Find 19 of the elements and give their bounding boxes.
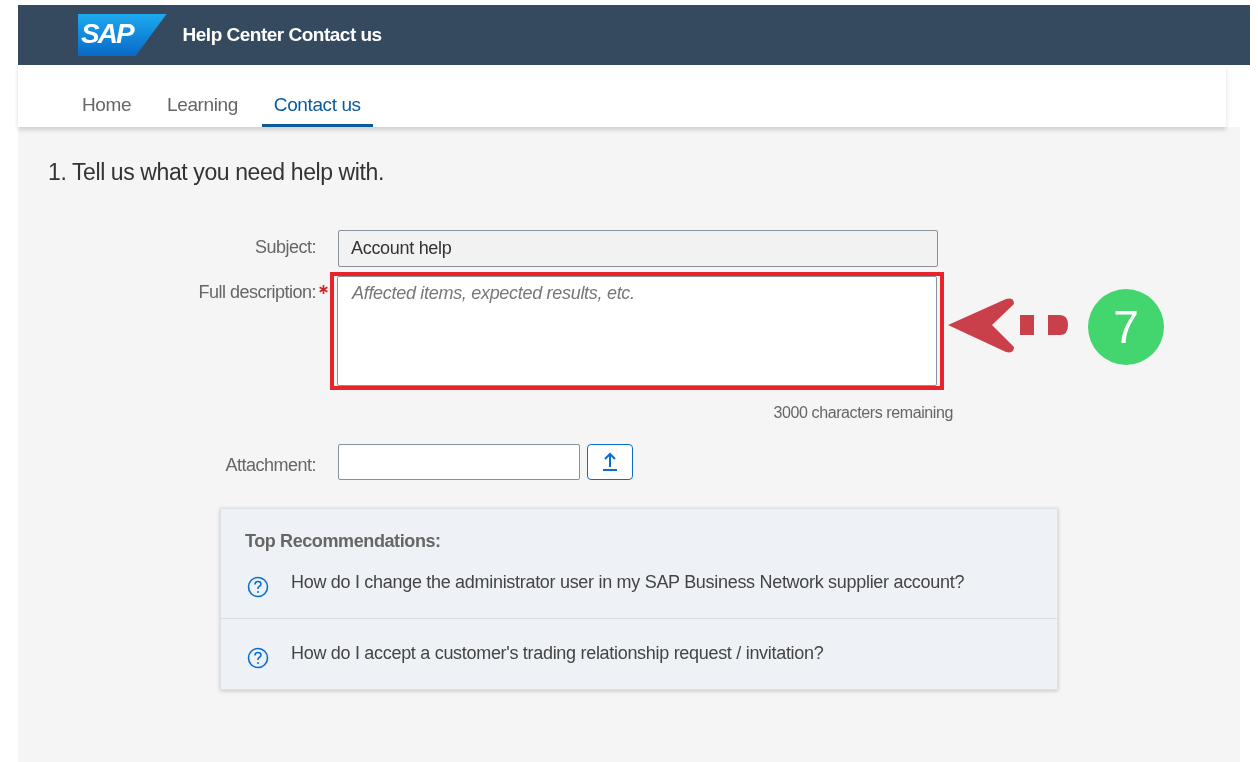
field-label: Attachment: — [224, 454, 316, 476]
card-title: Top Recommendations: — [245, 531, 442, 552]
nav-tab[interactable]: Learning — [155, 65, 250, 127]
help-icon — [247, 647, 269, 669]
sap-logo[interactable]: SAP — [78, 14, 167, 56]
description-field[interactable]: Affected items, expected results, etc. — [337, 276, 937, 386]
upload-button[interactable] — [587, 444, 633, 480]
subject-field[interactable]: Account help — [338, 230, 938, 267]
header-title: Help Center Contact us — [182, 24, 382, 46]
step-badge: 7 — [1088, 289, 1164, 365]
field-label: Subject: — [253, 236, 316, 258]
recommendation-link[interactable]: How do I change the administrator user in my SAP Business Network supplier account? — [291, 570, 965, 595]
section-title: 1. Tell us what you need help with. — [48, 159, 385, 186]
character-counter: 3000 characters remaining — [772, 404, 953, 422]
nav-tab[interactable]: Home — [70, 65, 144, 127]
attachment-field[interactable] — [338, 444, 580, 480]
help-icon — [247, 576, 269, 598]
field-label: Full description: — [197, 281, 316, 303]
recommendation-link[interactable]: How do I accept a customer's trading relationship request / invitation? — [291, 641, 824, 666]
